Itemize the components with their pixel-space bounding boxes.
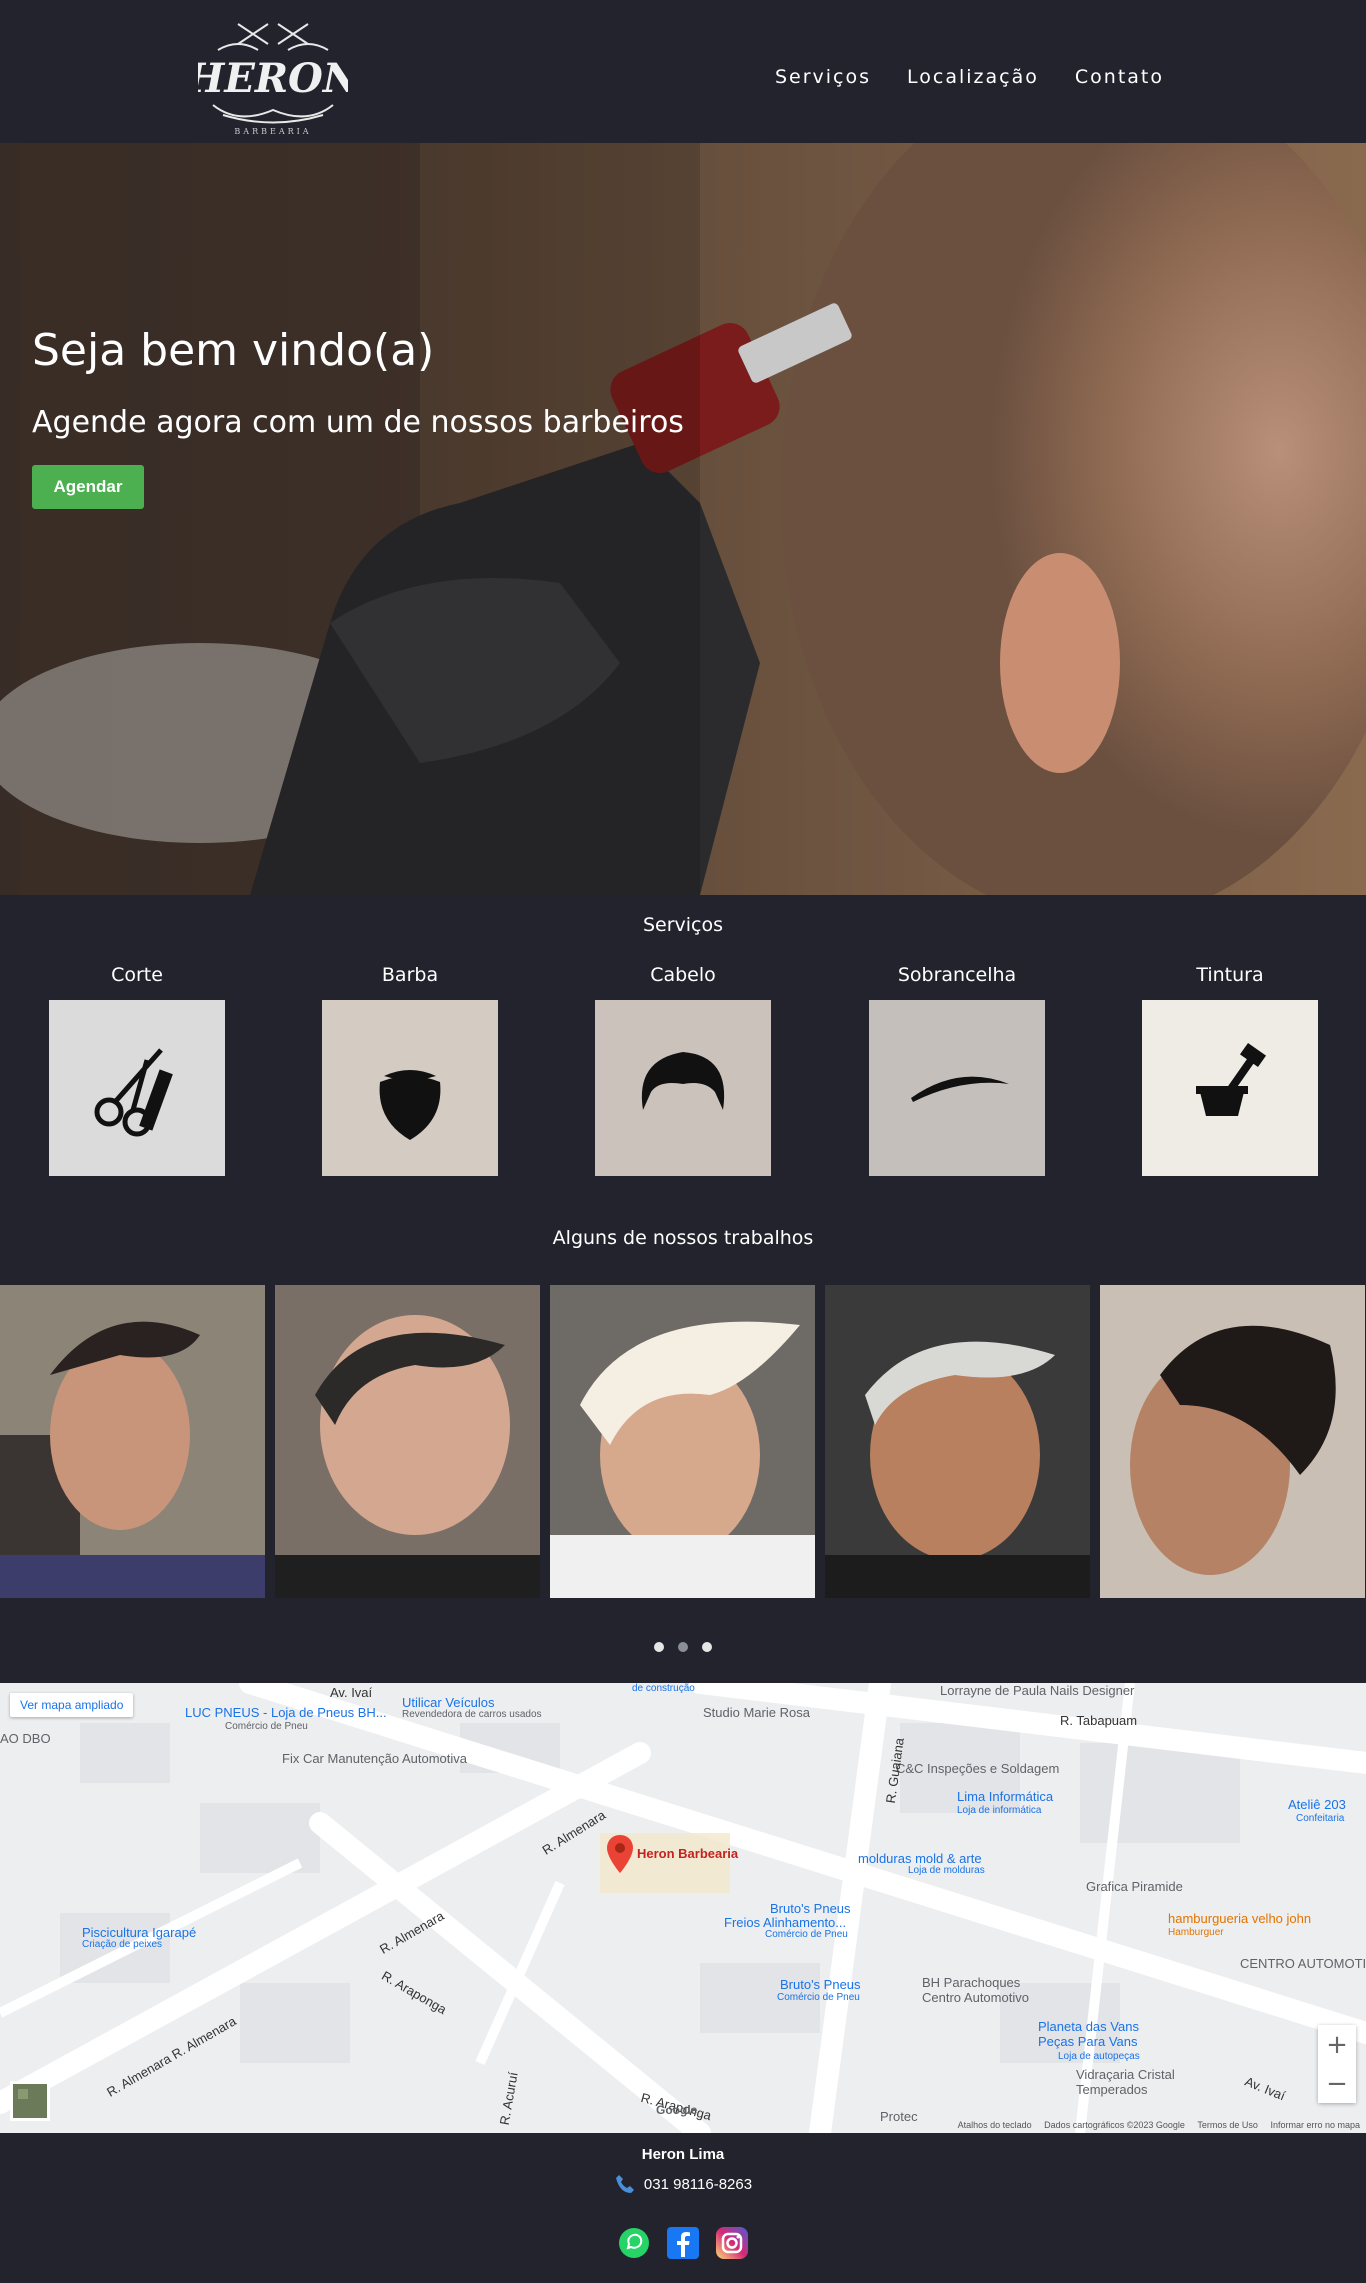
map-label: Vidraçaria Cristal Temperados	[1076, 2067, 1175, 2097]
service-label: Cabelo	[650, 964, 716, 986]
google-logo: Google	[656, 2103, 698, 2117]
terms-link[interactable]: Termos de Uso	[1197, 2120, 1258, 2130]
services-heading: Serviços	[642, 914, 724, 936]
facebook-icon[interactable]	[667, 2227, 699, 2259]
service-cabelo[interactable]: Cabelo	[595, 964, 771, 1176]
map-label: Loja de molduras	[908, 1865, 985, 1876]
map-label: Confeitaria	[1296, 1813, 1345, 1824]
map-label: Criação de peixes	[82, 1939, 163, 1950]
works-carousel[interactable]	[0, 1285, 1366, 1598]
map-label: Planeta das Vans Peças Para Vans	[1038, 2019, 1139, 2049]
carousel-dot[interactable]	[654, 1642, 664, 1652]
map-label: Hamburguer	[1168, 1927, 1224, 1938]
map-label: Loja de autopeças	[1058, 2051, 1140, 2062]
map-label: BH Parachoques Centro Automotivo	[922, 1975, 1029, 2005]
map-label: R. Tabapuam	[1060, 1713, 1138, 1728]
map-label: Protec	[880, 2109, 918, 2124]
report-error-link[interactable]: Informar erro no mapa	[1270, 2120, 1360, 2130]
map-label: Freios Alinhamento...	[724, 1915, 847, 1930]
map-label: Comércio de Pneu	[777, 1992, 860, 2003]
eyebrow-icon	[869, 1000, 1045, 1176]
map-label: Fix Car Manutenção Automotiva	[282, 1751, 467, 1766]
service-sobrancelha[interactable]: Sobrancelha	[869, 964, 1045, 1176]
contact-phone: 031 98116-8263	[0, 2173, 1366, 2195]
map-label: LUC PNEUS - Loja de Pneus BH...	[185, 1705, 387, 1720]
work-photo	[825, 1285, 1090, 1598]
view-larger-map-link[interactable]: Ver mapa ampliado	[10, 1693, 134, 1717]
phone-icon	[615, 2175, 634, 2193]
heron-logo[interactable]: HERON BARBEARIA	[186, 10, 361, 138]
map-label: Bruto's Pneus	[770, 1901, 851, 1916]
svg-text:HERON: HERON	[198, 55, 348, 102]
map-pin-label: Heron Barbearia	[637, 1846, 739, 1861]
map-label: Revendedora de carros usados	[402, 1709, 542, 1720]
hero-title: Seja bem vindo(a)	[32, 325, 435, 376]
beard-icon	[322, 1000, 498, 1176]
main-nav: Serviços Localização Contato	[775, 66, 1164, 88]
map-label: Comércio de Pneu	[765, 1929, 848, 1940]
whatsapp-icon[interactable]	[618, 2227, 650, 2259]
map-label: Piscicultura Igarapé	[82, 1925, 197, 1940]
works-heading: Alguns de nossos trabalhos	[552, 1227, 814, 1249]
map-label: C&C Inspeções e Soldagem	[896, 1761, 1060, 1776]
nav-link-localizacao[interactable]: Localização	[907, 66, 1039, 88]
hero-barber-photo	[0, 143, 1366, 895]
zoom-in-button[interactable]: +	[1318, 2025, 1356, 2064]
service-label: Barba	[381, 964, 439, 986]
location-map[interactable]: Ver mapa ampliado Heron Barbearia Av. Iv…	[0, 1683, 1366, 2133]
service-tintura[interactable]: Tintura	[1142, 964, 1318, 1176]
service-corte[interactable]: Corte	[49, 964, 225, 1176]
satellite-toggle-icon[interactable]	[10, 2081, 50, 2121]
map-label: Studio Marie Rosa	[703, 1705, 810, 1720]
map-label: Comércio de Pneu	[225, 1721, 308, 1732]
map-label: hamburgueria velho john	[1168, 1911, 1312, 1926]
map-label: Av. Ivaí	[330, 1685, 373, 1700]
map-label: Utilicar Veículos	[402, 1695, 495, 1710]
site-header: HERON BARBEARIA Serviços Localização Con…	[0, 0, 1366, 143]
hair-icon	[595, 1000, 771, 1176]
keyboard-shortcuts-link[interactable]: Atalhos do teclado	[958, 2120, 1032, 2130]
map-label: Lorrayne de Paula Nails Designer	[940, 1683, 1135, 1698]
map-label: Bruto's Pneus	[780, 1977, 861, 1992]
map-label: de construção	[632, 1683, 695, 1694]
nav-link-servicos[interactable]: Serviços	[775, 66, 871, 88]
carousel-dots	[0, 1642, 1366, 1652]
map-label: molduras mold & arte	[858, 1851, 982, 1866]
map-label: Loja de informática	[957, 1805, 1042, 1816]
service-label: Sobrancelha	[897, 964, 1017, 986]
map-label: CENTRO AUTOMOTIVO DOM.	[1240, 1956, 1366, 1971]
service-barba[interactable]: Barba	[322, 964, 498, 1176]
map-label: AO DBO	[0, 1731, 51, 1746]
map-label: Ateliê 203	[1288, 1797, 1346, 1812]
owner-name: Heron Lima	[641, 2146, 725, 2163]
map-label: Grafica Piramide	[1086, 1879, 1183, 1894]
work-photo	[550, 1285, 815, 1598]
nav-link-contato[interactable]: Contato	[1075, 66, 1164, 88]
work-photo	[0, 1285, 265, 1598]
scissors-comb-icon	[49, 1000, 225, 1176]
map-attribution: Atalhos do teclado Dados cartográficos ©…	[948, 2120, 1360, 2130]
social-links	[0, 2227, 1366, 2259]
map-data-credit: Dados cartográficos ©2023 Google	[1044, 2120, 1185, 2130]
hero-banner: Seja bem vindo(a) Agende agora com um de…	[0, 143, 1366, 895]
carousel-dot-active[interactable]	[678, 1642, 688, 1652]
zoom-out-button[interactable]: −	[1318, 2064, 1356, 2103]
map-pin-icon[interactable]	[607, 1835, 633, 1873]
svg-text:BARBEARIA: BARBEARIA	[234, 127, 311, 136]
service-label: Corte	[111, 964, 163, 986]
instagram-icon[interactable]	[716, 2227, 748, 2259]
work-photo	[1100, 1285, 1365, 1598]
map-label: Lima Informática	[957, 1789, 1054, 1804]
phone-number[interactable]: 031 98116-8263	[644, 2176, 752, 2193]
map-zoom-controls: + −	[1318, 2025, 1356, 2103]
hair-dye-icon	[1142, 1000, 1318, 1176]
schedule-button[interactable]: Agendar	[32, 465, 144, 509]
hero-subtitle: Agende agora com um de nossos barbeiros	[32, 405, 684, 440]
carousel-dot[interactable]	[702, 1642, 712, 1652]
work-photo	[275, 1285, 540, 1598]
service-label: Tintura	[1196, 964, 1264, 986]
